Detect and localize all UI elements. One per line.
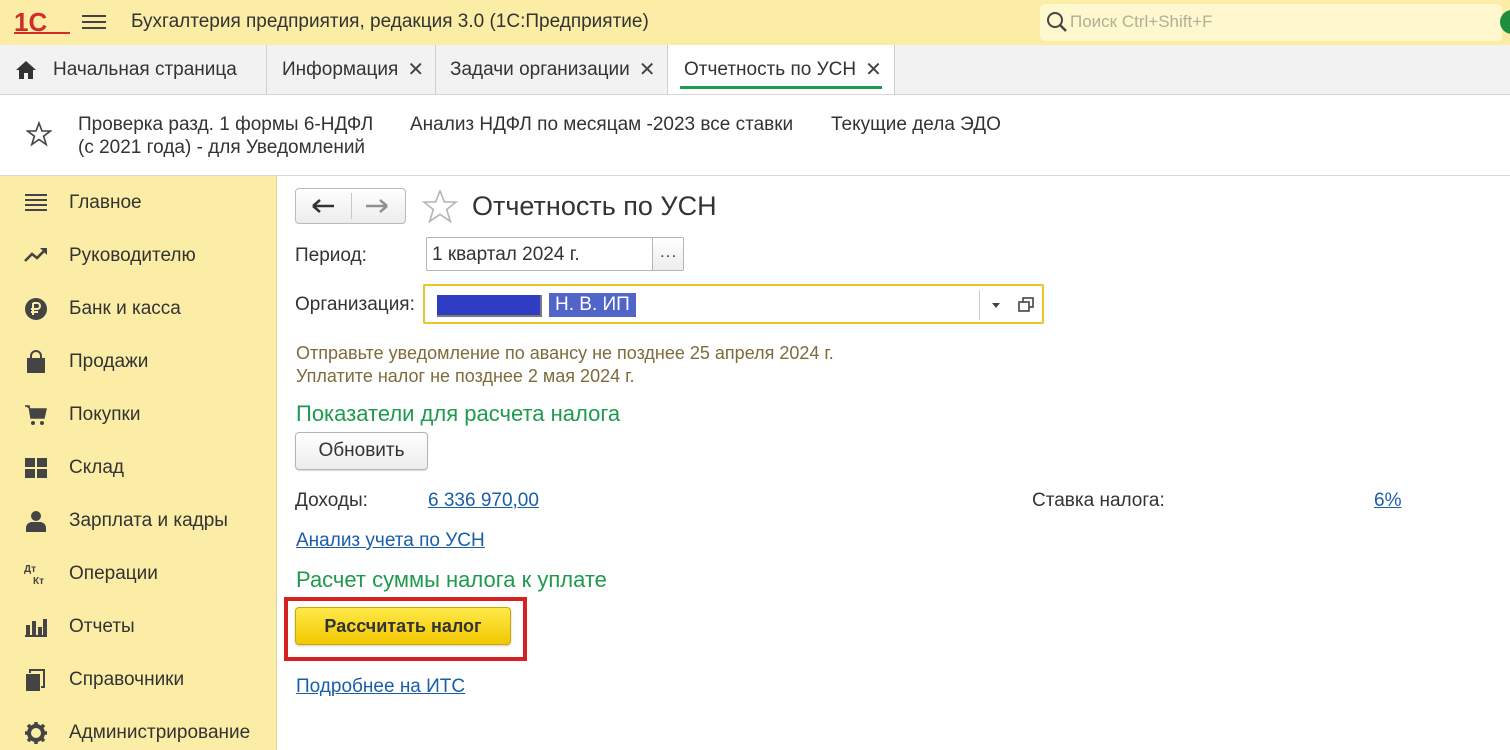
favorite-line: Проверка разд. 1 формы 6-НДФЛ — [78, 114, 374, 135]
page-title: Отчетность по УСН — [472, 191, 717, 221]
sidebar-item-label: Главное — [69, 192, 142, 213]
favorite-line: Анализ НДФЛ по месяцам -2023 все ставки — [410, 114, 794, 135]
close-icon[interactable]: ✕ — [639, 57, 656, 82]
sidebar-item-label: Справочники — [69, 669, 185, 690]
sidebar-item-label: Покупки — [69, 404, 141, 425]
period-label: Период: — [295, 245, 367, 266]
deadline-note-payment: Уплатите налог не позднее 2 мая 2024 г. — [296, 366, 635, 386]
chevron-down-icon — [992, 303, 1000, 308]
sidebar-item-label: Администрирование — [69, 722, 251, 743]
sidebar-item-administration[interactable]: Администрирование — [0, 706, 276, 750]
ruble-coin-icon — [25, 298, 47, 320]
favorites-bar: Проверка разд. 1 формы 6-НДФЛ (с 2021 го… — [0, 95, 1510, 176]
tax-rate-link[interactable]: 6% — [1374, 490, 1401, 512]
favorite-link-ndfl-analysis[interactable]: Анализ НДФЛ по месяцам -2023 все ставки — [410, 113, 793, 136]
sidebar-item-reports[interactable]: Отчеты — [0, 600, 276, 653]
debit-mark: Дт — [24, 564, 36, 575]
sidebar-item-bank[interactable]: Банк и касса — [0, 282, 276, 335]
close-icon[interactable]: ✕ — [865, 57, 882, 82]
add-to-favorites-star-icon[interactable] — [421, 189, 459, 225]
back-button[interactable] — [296, 189, 351, 223]
tab-home[interactable]: Начальная страница — [0, 45, 267, 94]
tab-information[interactable]: Информация ✕ — [267, 45, 436, 94]
sidebar-item-main[interactable]: Главное — [0, 176, 276, 229]
usn-analysis-link[interactable]: Анализ учета по УСН — [296, 530, 485, 552]
income-value-link[interactable]: 6 336 970,00 — [428, 490, 539, 512]
period-select-button[interactable]: ... — [652, 237, 684, 271]
sidebar-item-label: Продажи — [69, 351, 149, 372]
organization-open-button[interactable] — [1012, 288, 1042, 322]
refresh-button[interactable]: Обновить — [295, 432, 428, 470]
credit-mark: Кт — [33, 576, 44, 586]
forward-button[interactable] — [352, 189, 407, 223]
menu-lines-icon — [25, 194, 47, 211]
favorite-line: (с 2021 года) - для Уведомлений — [78, 137, 366, 158]
tab-label: Начальная страница — [53, 58, 237, 80]
ellipsis-label: ... — [660, 242, 678, 261]
section-calculation-heading: Расчет суммы налога к уплате — [296, 567, 607, 592]
tax-rate-label: Ставка налога: — [1032, 490, 1165, 511]
calculate-tax-button[interactable]: Рассчитать налог — [295, 607, 511, 645]
arrow-left-icon — [312, 199, 334, 213]
close-icon[interactable]: ✕ — [407, 57, 424, 82]
favorite-line: Текущие дела ЭДО — [831, 114, 1001, 135]
tab-label: Информация — [282, 58, 399, 80]
sidebar-item-label: Операции — [69, 563, 158, 584]
period-field[interactable]: 1 квартал 2024 г. — [426, 237, 652, 271]
app-title: Бухгалтерия предприятия, редакция 3.0 (1… — [131, 11, 649, 32]
trend-icon — [24, 248, 47, 262]
navigation-buttons — [295, 188, 406, 224]
cart-icon — [25, 405, 47, 425]
home-icon — [16, 60, 36, 79]
sidebar-item-director[interactable]: Руководителю — [0, 229, 276, 282]
sidebar-item-purchases[interactable]: Покупки — [0, 388, 276, 441]
redacted-block — [437, 295, 542, 317]
tab-usn-reporting[interactable]: Отчетность по УСН ✕ — [668, 45, 895, 94]
arrow-right-icon — [366, 199, 388, 213]
section-indicators-heading: Показатели для расчета налога — [296, 401, 621, 426]
search-icon — [1047, 12, 1067, 32]
organization-label: Организация: — [295, 294, 415, 315]
tab-label: Задачи организации — [450, 58, 630, 80]
sidebar-item-label: Банк и касса — [69, 298, 181, 319]
sidebar-item-label: Руководителю — [69, 245, 196, 266]
deadline-note-notification: Отправьте уведомление по авансу не поздн… — [296, 343, 834, 363]
favorites-star-icon[interactable] — [26, 121, 52, 147]
tab-label: Отчетность по УСН — [684, 58, 857, 80]
sidebar-item-catalogs[interactable]: Справочники — [0, 653, 276, 706]
favorite-link-6ndfl-check[interactable]: Проверка разд. 1 формы 6-НДФЛ (с 2021 го… — [78, 113, 373, 159]
title-bar: 1С Бухгалтерия предприятия, редакция 3.0… — [0, 0, 1510, 45]
organization-value: Н. В. ИП — [549, 293, 636, 317]
debit-credit-icon: Дт Кт — [24, 564, 44, 586]
sidebar-item-label: Зарплата и кадры — [69, 510, 228, 531]
sidebar-item-label: Отчеты — [69, 616, 135, 637]
income-label: Доходы: — [295, 490, 368, 511]
open-window-icon — [1018, 297, 1034, 312]
tab-bar: Начальная страница Информация ✕ Задачи о… — [0, 45, 1510, 95]
organization-dropdown-button[interactable] — [981, 288, 1011, 322]
shopping-bag-icon — [27, 350, 45, 373]
organization-field[interactable]: Н. В. ИП — [423, 284, 1044, 324]
sidebar-item-salary[interactable]: Зарплата и кадры — [0, 494, 276, 547]
main-menu-button[interactable] — [82, 12, 106, 32]
sidebar-item-sales[interactable]: Продажи — [0, 335, 276, 388]
person-icon — [26, 511, 46, 532]
sidebar-item-label: Склад — [69, 457, 124, 478]
search-box[interactable] — [1040, 4, 1502, 41]
warehouse-grid-icon — [25, 458, 47, 478]
sidebar-item-warehouse[interactable]: Склад — [0, 441, 276, 494]
sidebar: Главное Руководителю Банк и касса Продаж… — [0, 176, 277, 750]
its-details-link[interactable]: Подробнее на ИТС — [296, 676, 465, 698]
bar-chart-icon — [25, 619, 47, 637]
gear-icon — [25, 722, 47, 744]
favorite-link-edo-tasks[interactable]: Текущие дела ЭДО — [831, 113, 1001, 136]
sidebar-item-operations[interactable]: Дт Кт Операции — [0, 547, 276, 600]
tab-organization-tasks[interactable]: Задачи организации ✕ — [436, 45, 668, 94]
search-input[interactable] — [1070, 9, 1490, 35]
period-value: 1 квартал 2024 г. — [432, 244, 580, 265]
1c-logo: 1С — [14, 9, 70, 35]
svg-text:1С: 1С — [14, 9, 47, 35]
books-icon — [26, 669, 45, 691]
